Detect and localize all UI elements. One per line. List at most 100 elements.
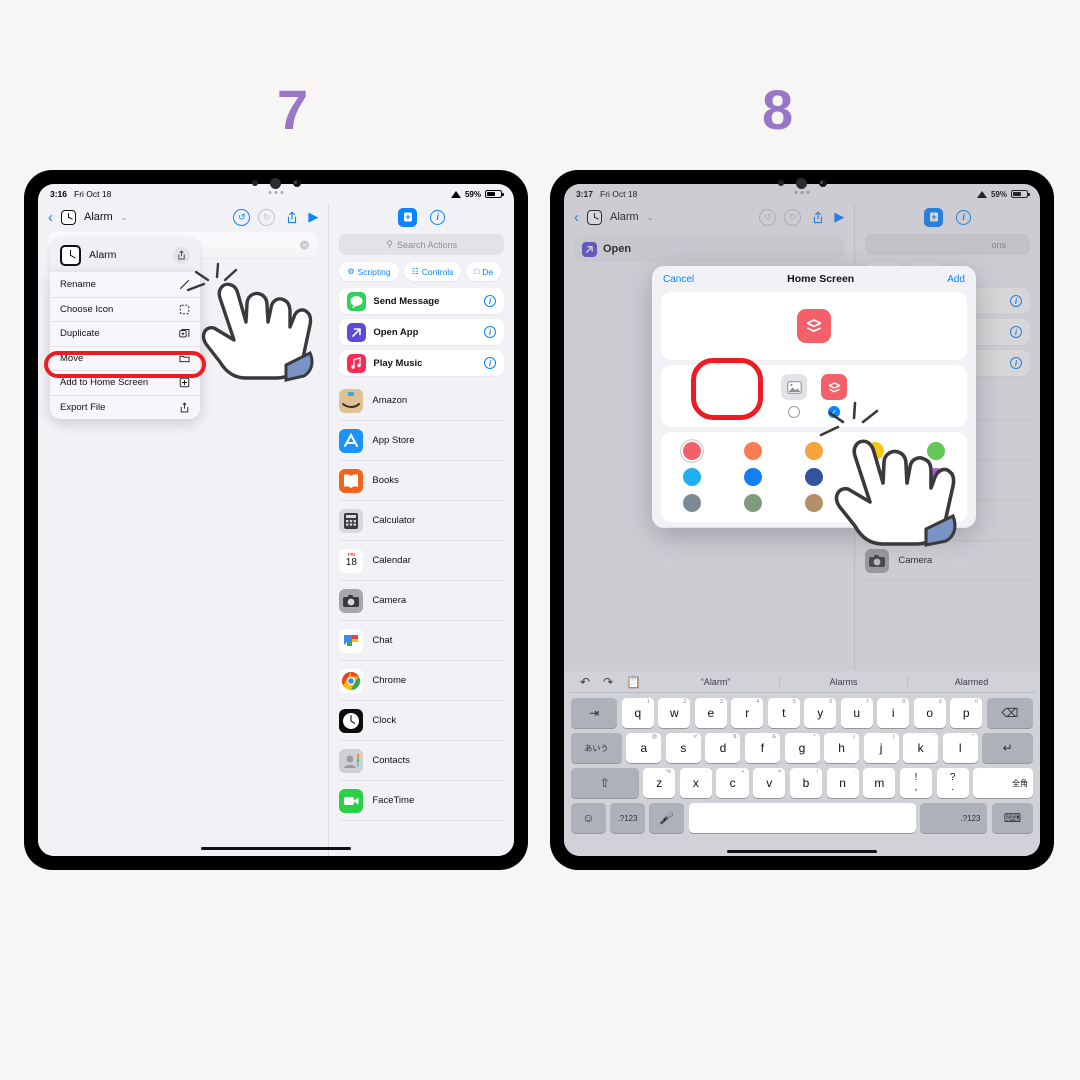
key-n[interactable]: ; n [826,768,859,798]
info-icon[interactable]: i [483,295,496,307]
key-k[interactable]: ' k [903,733,939,763]
menu-item-add-to-home-screen[interactable]: Add to Home Screen [50,370,200,395]
key-r[interactable]: 4r [731,698,764,728]
swatch-red-selected[interactable] [682,442,701,460]
key-v[interactable]: = v [753,768,786,798]
key-comma[interactable]: !, [899,768,933,798]
app-row-camera[interactable]: Camera [339,581,504,621]
app-row-facetime[interactable]: FaceTime [339,781,504,821]
app-row-clock[interactable]: Clock [339,701,504,741]
choose-glyph-option[interactable]: ✓ [821,374,847,418]
key-w[interactable]: 2w [658,698,691,728]
menu-item-choose-icon[interactable]: Choose Icon [50,296,200,322]
chip-device[interactable]: □ De [466,262,502,281]
key-u[interactable]: 7u [840,698,873,728]
search-symbols-input[interactable]: ⚲ Search Symbols 🎤 [661,527,967,528]
app-row-amazon[interactable]: Amazon [339,381,504,421]
key-i[interactable]: 8i [877,698,910,728]
info-icon[interactable]: i [483,326,496,338]
share-icon[interactable] [173,246,190,264]
key-b[interactable]: / b [789,768,823,798]
key-z[interactable]: % z [643,768,676,798]
swatch-salmon[interactable] [743,442,762,460]
redo-icon[interactable]: ↻ [258,208,276,226]
photo-icon[interactable] [781,374,807,400]
prediction-3[interactable]: Alarmed [907,676,1035,687]
key-mic[interactable]: 🎤 [649,803,685,833]
app-row-chat[interactable]: Chat [339,621,504,661]
key-kana[interactable]: あいう [571,733,622,763]
keyboard-dismiss-icon[interactable]: ⌨ [991,803,1033,833]
key-q[interactable]: 1q [621,698,654,728]
app-row-calculator[interactable]: Calculator [339,501,504,541]
key-c[interactable]: + c [716,768,749,798]
swatch-sky[interactable] [682,468,701,486]
key-g[interactable]: * g [784,733,820,763]
chevron-down-icon[interactable]: ⌄ [121,213,128,222]
key-numeric-right[interactable]: .?123 [920,803,988,833]
home-indicator[interactable] [727,849,877,853]
search-actions-input[interactable]: ⚲ Search Actions [339,234,504,255]
key-s[interactable]: # s [665,733,701,763]
key-y[interactable]: 6y [804,698,837,728]
app-row-app-store[interactable]: App Store [339,421,504,461]
run-button[interactable]: ▶ [308,209,318,225]
swatch-purple[interactable] [866,468,885,486]
key-a[interactable]: @ a [626,733,662,763]
choose-photo-option[interactable] [781,374,807,418]
key-l[interactable]: " l [942,733,978,763]
key-numeric-left[interactable]: .?123 [610,803,645,833]
swatch-slate[interactable] [682,494,701,512]
add-action-icon[interactable] [398,207,418,227]
app-row-chrome[interactable]: Chrome [339,661,504,701]
key-d[interactable]: $ d [705,733,741,763]
key-m[interactable]: :m [863,768,896,798]
cancel-button[interactable]: Cancel [663,274,694,285]
swatch-violet[interactable] [927,468,946,486]
shortcut-title[interactable]: Alarm [84,211,113,223]
shortcuts-icon[interactable] [821,374,847,400]
app-row-contacts[interactable]: Contacts [339,741,504,781]
menu-item-export-file[interactable]: Export File [50,394,200,420]
context-menu-header[interactable]: Alarm [50,238,200,272]
swatch-orange[interactable] [804,442,823,460]
prediction-1[interactable]: “Alarm” [652,677,779,687]
app-row-calendar[interactable]: FRI 18 Calendar [339,541,504,581]
key-t[interactable]: 5t [767,698,800,728]
swatch-yellow[interactable] [866,442,885,460]
menu-item-move[interactable]: Move [50,345,200,371]
key-emoji[interactable]: ☺ [571,803,606,833]
prediction-2[interactable]: Alarms [779,676,907,687]
key-period[interactable]: ?. [936,768,969,798]
paste-icon[interactable]: 📋 [626,675,641,689]
key-x[interactable]: -x [679,768,712,798]
key-e[interactable]: 3e [694,698,727,728]
key-h[interactable]: (h [824,733,860,763]
info-icon[interactable]: i [430,209,446,225]
key-return[interactable]: ↵ [982,733,1034,763]
action-card-send-message[interactable]: Send Message i [339,288,504,314]
add-button[interactable]: Add [947,274,965,285]
key-f[interactable]: & f [744,733,780,763]
radio-unselected[interactable] [788,406,800,418]
redo-icon[interactable]: ↷ [603,675,613,689]
info-icon[interactable]: i [483,357,496,369]
key-space[interactable] [688,803,916,833]
action-card-open-app[interactable]: Open App i [339,319,504,345]
action-card-play-music[interactable]: Play Music i [339,350,504,376]
key-shift[interactable]: ⇧ [571,768,639,798]
chip-controls[interactable]: ☷ Controls [403,262,462,281]
menu-item-duplicate[interactable]: Duplicate [50,321,200,346]
key-delete[interactable]: ⌫ [986,698,1034,728]
share-icon[interactable] [283,209,300,226]
undo-icon[interactable]: ↶ [580,675,590,689]
home-indicator[interactable] [201,846,351,850]
key-p[interactable]: 0p [950,698,983,728]
radio-selected[interactable]: ✓ [828,406,840,418]
swatch-blue[interactable] [743,468,762,486]
swatch-tan[interactable] [804,494,823,512]
swatch-navy[interactable] [804,468,823,486]
key-j[interactable]: ) j [863,733,899,763]
menu-item-rename[interactable]: Rename [50,272,200,297]
key-o[interactable]: 9o [913,698,946,728]
